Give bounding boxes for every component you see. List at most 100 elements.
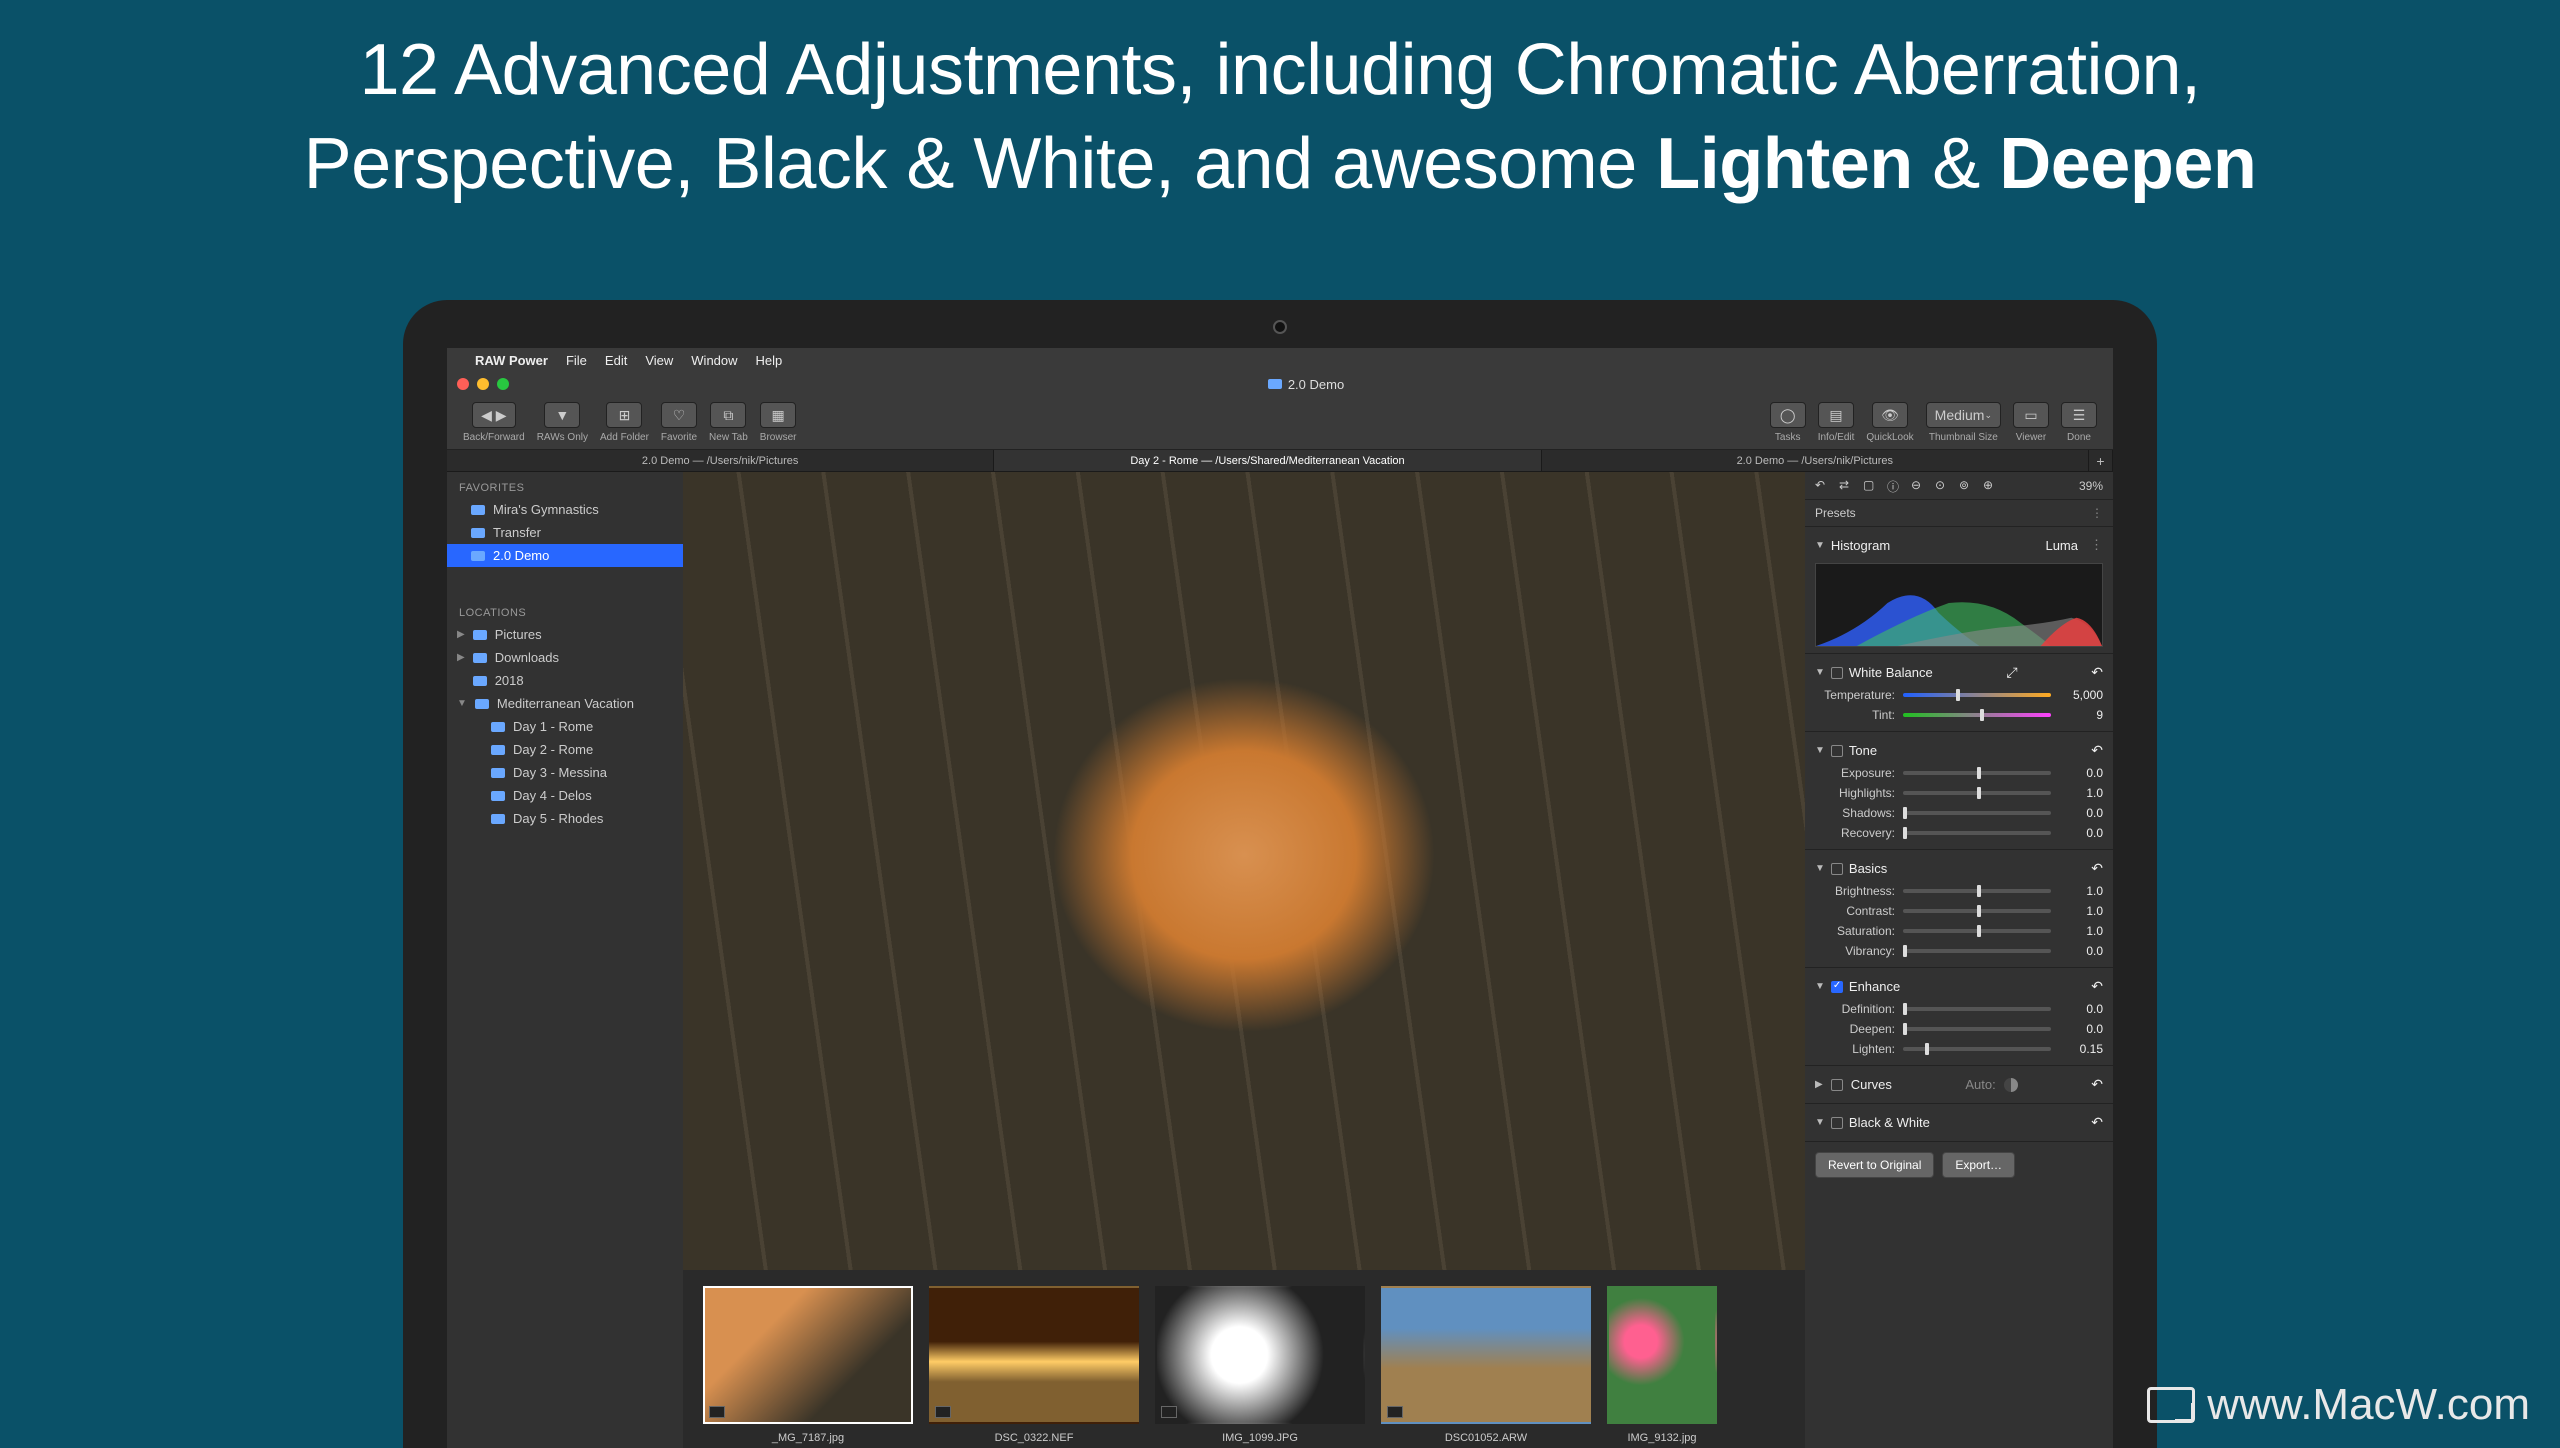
tone-checkbox[interactable]	[1831, 745, 1843, 757]
info-edit-button[interactable]: ▤	[1818, 402, 1854, 428]
disclosure-down-icon[interactable]: ▼	[1815, 863, 1825, 874]
recovery-slider[interactable]	[1903, 831, 2051, 835]
sidebar-item-favorite[interactable]: Mira's Gymnastics	[447, 498, 683, 521]
thumbnail[interactable]: IMG_1099.JPG	[1155, 1286, 1365, 1444]
folder-icon	[491, 745, 505, 755]
reset-icon[interactable]: ↶	[2091, 978, 2103, 995]
tint-slider[interactable]	[1903, 713, 2051, 717]
disclosure-down-icon[interactable]: ▼	[1815, 745, 1825, 756]
presets-menu-icon[interactable]: ⋮	[2091, 506, 2103, 520]
contrast-slider[interactable]	[1903, 909, 2051, 913]
tab-1[interactable]: 2.0 Demo — /Users/nik/Pictures	[447, 450, 994, 471]
thumbnail[interactable]: DSC_0322.NEF	[929, 1286, 1139, 1444]
brightness-slider[interactable]	[1903, 889, 2051, 893]
quicklook-button[interactable]: 👁	[1872, 402, 1908, 428]
thumbnail-size-select[interactable]: Medium ⌄	[1926, 402, 2001, 428]
disclosure-down-icon[interactable]: ▼	[1815, 981, 1825, 992]
eyedropper-icon[interactable]: ⤢	[2006, 664, 2017, 681]
reset-icon[interactable]: ↶	[2091, 1076, 2103, 1093]
back-forward-button[interactable]: ◀ ▶	[472, 402, 515, 428]
traffic-lights[interactable]	[457, 378, 509, 390]
thumbnail[interactable]: DSC01052.ARW	[1381, 1286, 1591, 1444]
sidebar-item-child[interactable]: Day 2 - Rome	[447, 738, 683, 761]
menu-window[interactable]: Window	[691, 353, 737, 368]
temperature-slider[interactable]	[1903, 693, 2051, 697]
done-button[interactable]: ☰	[2061, 402, 2097, 428]
tasks-button[interactable]: ◯	[1770, 402, 1806, 428]
exposure-slider[interactable]	[1903, 771, 2051, 775]
enhance-checkbox[interactable]	[1831, 981, 1843, 993]
app-name[interactable]: RAW Power	[475, 353, 548, 368]
thumbnail[interactable]: IMG_9132.jpg	[1607, 1286, 1717, 1444]
menu-help[interactable]: Help	[756, 353, 783, 368]
revert-button[interactable]: Revert to Original	[1815, 1152, 1934, 1178]
rotate-icon[interactable]: ↶	[1815, 478, 1831, 494]
sidebar-item-child[interactable]: Day 3 - Messina	[447, 761, 683, 784]
browser-button[interactable]: ▦	[760, 402, 796, 428]
disclosure-right-icon[interactable]: ▶	[457, 629, 465, 640]
menu-file[interactable]: File	[566, 353, 587, 368]
menu-view[interactable]: View	[645, 353, 673, 368]
sidebar-item-favorite-selected[interactable]: 2.0 Demo	[447, 544, 683, 567]
tab-3[interactable]: 2.0 Demo — /Users/nik/Pictures	[1542, 450, 2089, 471]
disclosure-right-icon[interactable]: ▶	[1815, 1079, 1823, 1090]
sidebar-item-favorite[interactable]: Transfer	[447, 521, 683, 544]
vibrancy-slider[interactable]	[1903, 949, 2051, 953]
macos-menubar[interactable]: RAW Power File Edit View Window Help	[447, 348, 2113, 372]
thumbnail[interactable]: _MG_7187.jpg	[703, 1286, 913, 1444]
saturation-slider[interactable]	[1903, 929, 2051, 933]
zoom-fit-icon[interactable]: ⊙	[1935, 478, 1951, 494]
sidebar-item-child[interactable]: Day 1 - Rome	[447, 715, 683, 738]
add-tab-button[interactable]: +	[2089, 450, 2113, 471]
zoom-in-icon[interactable]: ⊕	[1983, 478, 1999, 494]
curves-checkbox[interactable]	[1831, 1079, 1843, 1091]
highlights-slider[interactable]	[1903, 791, 2051, 795]
reset-icon[interactable]: ↶	[2091, 742, 2103, 759]
lighten-slider[interactable]	[1903, 1047, 2051, 1051]
flip-icon[interactable]: ⇄	[1839, 478, 1855, 494]
menu-icon[interactable]: ⋮	[2090, 537, 2103, 553]
done-icon: ☰	[2073, 407, 2086, 424]
favorite-button[interactable]: ♡	[661, 402, 697, 428]
disclosure-down-icon[interactable]: ▼	[1815, 667, 1825, 678]
sidebar-item-child[interactable]: Day 5 - Rhodes	[447, 807, 683, 830]
reset-icon[interactable]: ↶	[2091, 664, 2103, 681]
presets-label[interactable]: Presets	[1815, 506, 1856, 520]
sidebar-item-child[interactable]: Day 4 - Delos	[447, 784, 683, 807]
sidebar-item-location[interactable]: ▶Pictures	[447, 623, 683, 646]
crop-icon[interactable]: ▢	[1863, 478, 1879, 494]
tab-2[interactable]: Day 2 - Rome — /Users/Shared/Mediterrane…	[994, 450, 1541, 471]
zoom-button[interactable]	[497, 378, 509, 390]
disclosure-down-icon[interactable]: ▼	[1815, 1117, 1825, 1128]
new-tab-button[interactable]: ⧉	[710, 402, 746, 428]
wb-checkbox[interactable]	[1831, 667, 1843, 679]
sidebar-item-location[interactable]: ▶2018	[447, 669, 683, 692]
raw-badge-icon	[1387, 1406, 1403, 1418]
viewer-button[interactable]: ▭	[2013, 402, 2049, 428]
zoom-out-icon[interactable]: ⊖	[1911, 478, 1927, 494]
bw-checkbox[interactable]	[1831, 1117, 1843, 1129]
histogram-mode[interactable]: Luma	[2045, 538, 2078, 553]
auto-curves-icon[interactable]	[2004, 1078, 2018, 1092]
disclosure-right-icon[interactable]: ▶	[457, 652, 465, 663]
image-canvas[interactable]	[683, 472, 1805, 1270]
zoom-100-icon[interactable]: ⊚	[1959, 478, 1975, 494]
reset-icon[interactable]: ↶	[2091, 1114, 2103, 1131]
export-button[interactable]: Export…	[1942, 1152, 2015, 1178]
info-icon[interactable]: ⓘ	[1887, 478, 1903, 494]
shadows-slider[interactable]	[1903, 811, 2051, 815]
disclosure-down-icon[interactable]: ▼	[457, 698, 467, 709]
deepen-slider[interactable]	[1903, 1027, 2051, 1031]
reset-icon[interactable]: ↶	[2091, 860, 2103, 877]
minimize-button[interactable]	[477, 378, 489, 390]
add-folder-icon: ⊞	[619, 407, 631, 424]
sidebar-item-location[interactable]: ▼Mediterranean Vacation	[447, 692, 683, 715]
close-button[interactable]	[457, 378, 469, 390]
sidebar-item-location[interactable]: ▶Downloads	[447, 646, 683, 669]
definition-slider[interactable]	[1903, 1007, 2051, 1011]
basics-checkbox[interactable]	[1831, 863, 1843, 875]
raws-only-button[interactable]: ▼	[544, 402, 580, 428]
disclosure-down-icon[interactable]: ▼	[1815, 540, 1825, 551]
add-folder-button[interactable]: ⊞	[606, 402, 642, 428]
menu-edit[interactable]: Edit	[605, 353, 627, 368]
